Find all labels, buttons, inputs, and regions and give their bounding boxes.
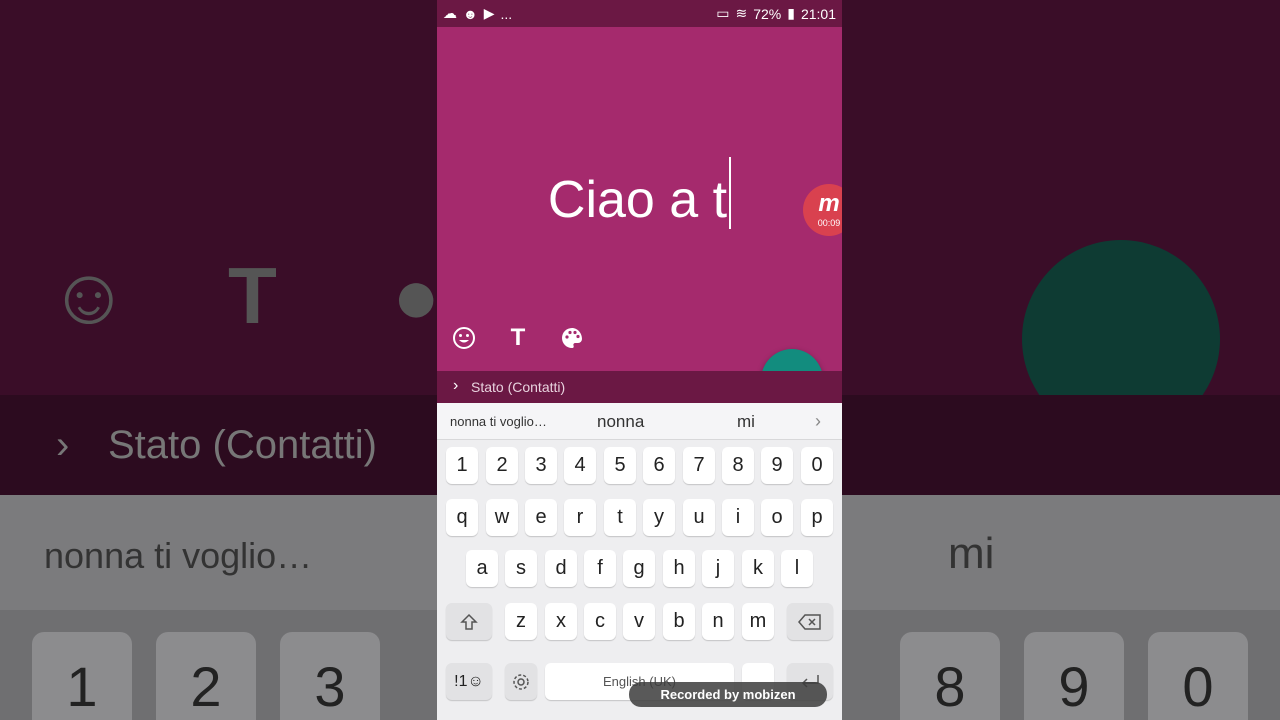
key-n[interactable]: n [702,603,734,640]
key-l[interactable]: l [781,550,813,587]
bg-emoji-icon: ☺ [48,251,130,340]
key-c[interactable]: c [584,603,616,640]
suggestion-1[interactable]: nonna ti voglio… [450,414,547,429]
clock: 21:01 [800,5,836,22]
key-k[interactable]: k [742,550,774,587]
bg-key-1: 1 [32,632,132,720]
key-1[interactable]: 1 [446,447,478,484]
key-t[interactable]: t [604,499,636,536]
composer-toolbar: T [451,324,585,351]
bg-key-2: 2 [156,632,256,720]
palette-icon[interactable] [559,325,585,351]
bg-palette-icon: ● [392,251,441,340]
battery-percent: 72% [753,5,782,22]
key-j[interactable]: j [702,550,734,587]
suggestion-2[interactable]: nonna [597,412,644,432]
key-m[interactable]: m [742,603,774,640]
bg-key-8: 8 [900,632,1000,720]
key-5[interactable]: 5 [604,447,636,484]
key-q[interactable]: q [446,499,478,536]
key-a[interactable]: a [466,550,498,587]
text-style-icon[interactable]: T [505,324,531,351]
key-u[interactable]: u [683,499,715,536]
key-7[interactable]: 7 [683,447,715,484]
wifi-icon: ≋ [735,5,748,21]
suggestion-3[interactable]: mi [737,412,755,432]
bg-suggestion-1: nonna ti voglio… [44,535,313,576]
shift-key[interactable] [446,603,492,640]
key-6[interactable]: 6 [643,447,675,484]
key-g[interactable]: g [623,550,655,587]
key-f[interactable]: f [584,550,616,587]
bg-suggestion-3: mi [948,529,995,578]
key-b[interactable]: b [663,603,695,640]
gear-icon [513,674,529,690]
bg-text-style-icon: T [228,251,277,340]
settings-key[interactable] [505,663,537,700]
shift-icon [460,613,478,630]
destination-bar[interactable]: › Stato (Contatti) [437,371,842,403]
mobizen-watermark: Recorded by mobizen [629,682,827,707]
key-r[interactable]: r [564,499,596,536]
keyboard: nonna ti voglio… nonna mi › 1 2 3 4 5 6 … [437,403,842,720]
battery-icon: ▮ [787,5,795,21]
key-d[interactable]: d [545,550,577,587]
bg-destination-label: Stato (Contatti) [108,423,378,467]
backspace-key[interactable] [787,603,833,640]
key-w[interactable]: w [486,499,518,536]
key-9[interactable]: 9 [761,447,793,484]
status-overflow: ... [500,5,513,22]
key-8[interactable]: 8 [722,447,754,484]
key-v[interactable]: v [623,603,655,640]
text-style-label: T [510,324,526,351]
key-e[interactable]: e [525,499,557,536]
key-0[interactable]: 0 [801,447,833,484]
face-icon: ☻ [463,5,478,22]
status-text-input[interactable]: Ciao a t [437,157,842,230]
key-i[interactable]: i [722,499,754,536]
key-s[interactable]: s [505,550,537,587]
key-h[interactable]: h [663,550,695,587]
bg-key-9: 9 [1024,632,1124,720]
cast-icon: ▭ [716,5,730,21]
key-y[interactable]: y [643,499,675,536]
typed-text: Ciao a t [547,171,728,229]
bg-key-3: 3 [280,632,380,720]
phone-screen: ☁ ☻ ▶ ... ▭ ≋ 72% ▮ 21:01 Ciao a t m 00:… [437,0,842,720]
key-x[interactable]: x [545,603,577,640]
key-p[interactable]: p [801,499,833,536]
bg-chevron-right-icon: › [56,423,70,467]
emoji-icon[interactable] [451,325,477,351]
recorder-logo: m [818,190,840,217]
key-z[interactable]: z [505,603,537,640]
chevron-right-icon: › [453,377,459,394]
symbols-key[interactable]: !1☺ [446,663,492,700]
text-cursor [729,157,732,229]
destination-label: Stato (Contatti) [471,379,566,395]
recorder-time: 00:09 [817,218,841,228]
chevron-right-icon[interactable]: › [815,411,821,432]
cloud-icon: ☁ [443,5,457,21]
key-3[interactable]: 3 [525,447,557,484]
status-bar: ☁ ☻ ▶ ... ▭ ≋ 72% ▮ 21:01 [437,0,842,27]
key-2[interactable]: 2 [486,447,518,484]
youtube-icon: ▶ [483,5,495,21]
suggestion-bar: nonna ti voglio… nonna mi › [437,403,842,440]
status-composer-canvas[interactable]: Ciao a t m 00:09 T [437,27,842,411]
key-4[interactable]: 4 [564,447,596,484]
backspace-icon [798,614,821,630]
bg-key-0: 0 [1148,632,1248,720]
key-o[interactable]: o [761,499,793,536]
